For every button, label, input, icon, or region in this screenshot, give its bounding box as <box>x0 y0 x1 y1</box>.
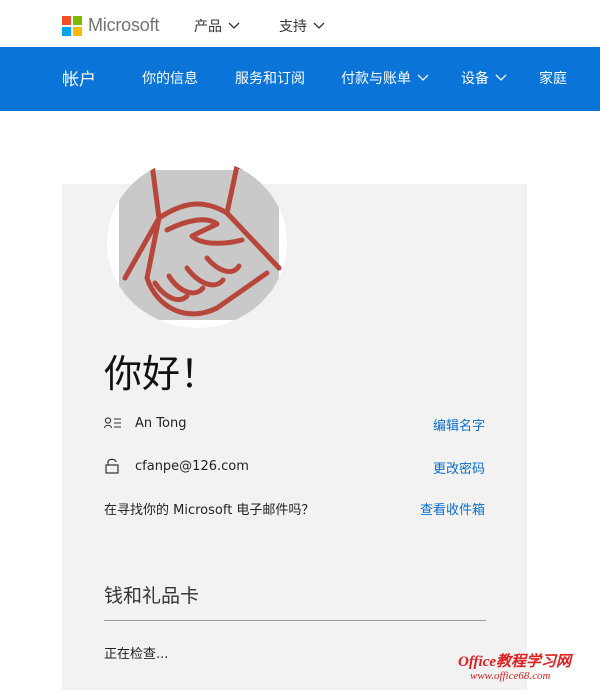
wallet-section-title: 钱和礼品卡 <box>104 585 200 607</box>
nav-item-payment[interactable]: 付款与账单 <box>341 68 429 88</box>
support-menu[interactable]: 支持 <box>279 16 325 36</box>
contact-card-icon <box>104 417 121 429</box>
products-label: 产品 <box>194 19 222 35</box>
brand-name: Microsoft <box>88 15 160 35</box>
top-bar: Microsoft 产品 支持 <box>0 0 600 48</box>
chevron-down-icon <box>313 22 325 29</box>
watermark: Office教程学习网 www.office68.com <box>458 650 593 686</box>
support-label: 支持 <box>279 19 307 35</box>
view-inbox-link[interactable]: 查看收件箱 <box>420 499 485 518</box>
nav-item-family[interactable]: 家庭 <box>539 68 567 88</box>
greeting: 你好！ <box>104 352 219 396</box>
chevron-down-icon <box>495 74 507 81</box>
change-password-link[interactable]: 更改密码 <box>433 458 485 477</box>
account-name: An Tong <box>135 416 187 431</box>
section-divider <box>104 620 486 621</box>
nav-item-payment-label: 付款与账单 <box>341 71 411 87</box>
lock-icon <box>105 458 119 474</box>
outlook-question: 在寻找你的 Microsoft 电子邮件吗？ <box>104 503 315 518</box>
products-menu[interactable]: 产品 <box>194 16 240 36</box>
microsoft-logo-icon <box>62 15 82 36</box>
wallet-status: 正在检查... <box>104 647 169 662</box>
account-nav: 帐户 你的信息 服务和订阅 付款与账单 设备 家庭 <box>0 47 600 111</box>
microsoft-logo[interactable]: Microsoft <box>62 15 159 36</box>
nav-title[interactable]: 帐户 <box>62 65 96 90</box>
chevron-down-icon <box>417 74 429 81</box>
nav-item-devices[interactable]: 设备 <box>461 68 507 88</box>
watermark-title: Office教程学习网 <box>458 654 572 670</box>
nav-item-services[interactable]: 服务和订阅 <box>235 68 305 88</box>
handshake-icon <box>119 161 282 320</box>
watermark-url: www.office68.com <box>470 670 551 682</box>
edit-name-link[interactable]: 编辑名字 <box>433 415 485 434</box>
chevron-down-icon <box>228 22 240 29</box>
nav-item-devices-label: 设备 <box>461 71 489 87</box>
avatar[interactable] <box>107 158 287 328</box>
account-email: cfanpe@126.com <box>135 459 249 474</box>
nav-item-your-info[interactable]: 你的信息 <box>142 68 198 88</box>
